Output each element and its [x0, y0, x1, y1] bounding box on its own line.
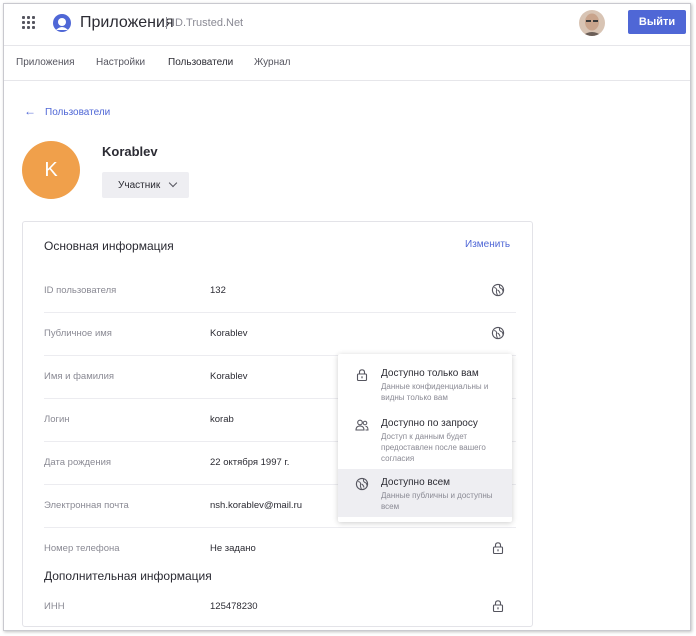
top-bar: Приложения ID.Trusted.Net Выйти	[4, 4, 690, 46]
back-link[interactable]: ← Пользователи	[24, 104, 110, 118]
row-label: Логин	[44, 414, 70, 425]
option-title: Доступно только вам	[381, 368, 479, 379]
visibility-menu: Доступно только вам Данные конфиденциаль…	[338, 354, 512, 522]
edit-link[interactable]: Изменить	[465, 239, 510, 250]
profile-avatar[interactable]	[579, 10, 605, 36]
row-value: 22 октября 1997 г.	[210, 457, 290, 468]
row-label: Публичное имя	[44, 328, 112, 339]
globe-icon	[355, 477, 369, 491]
option-description: Данные публичны и доступны всем	[381, 491, 493, 511]
chevron-down-icon	[168, 178, 178, 188]
row-value: nsh.korablev@mail.ru	[210, 500, 303, 511]
info-row-public-name: Публичное имя Korablev	[44, 312, 516, 356]
row-value: 125478230	[210, 601, 258, 612]
row-value: korab	[210, 414, 234, 425]
visibility-option-public[interactable]: Доступно всем Данные публичны и доступны…	[338, 469, 512, 517]
row-label: Дата рождения	[44, 457, 112, 468]
lock-icon	[356, 369, 368, 382]
role-label: Участник	[118, 179, 161, 191]
row-label: Электронная почта	[44, 500, 129, 511]
role-dropdown[interactable]: Участник	[102, 172, 189, 198]
info-row-phone: Номер телефона Не задано	[44, 527, 516, 570]
option-description: Данные конфиденциальны и видны только ва…	[381, 382, 489, 402]
user-avatar: K	[22, 141, 80, 199]
user-name: Korablev	[102, 144, 158, 159]
apps-grid-icon[interactable]	[22, 16, 36, 30]
row-label: ID пользователя	[44, 285, 117, 296]
nav-item-apps[interactable]: Приложения	[16, 57, 75, 68]
nav-item-journal[interactable]: Журнал	[254, 57, 291, 68]
main-nav: Приложения Настройки Пользователи Журнал	[4, 46, 690, 81]
row-label: ИНН	[44, 601, 65, 612]
row-value: Не задано	[210, 543, 256, 554]
row-value: Korablev	[210, 328, 248, 339]
option-title: Доступно по запросу	[381, 418, 478, 429]
row-label: Имя и фамилия	[44, 371, 115, 382]
users-icon	[355, 419, 369, 431]
lock-icon[interactable]	[491, 599, 505, 613]
nav-item-users[interactable]: Пользователи	[168, 57, 233, 68]
back-link-label: Пользователи	[45, 107, 111, 118]
option-description: Доступ к данным будет предоставлен после…	[381, 432, 486, 463]
info-row-id: ID пользователя 132	[44, 269, 516, 313]
row-label: Номер телефона	[44, 543, 120, 554]
arrow-left-icon: ←	[24, 104, 36, 118]
nav-item-settings[interactable]: Настройки	[96, 57, 145, 68]
globe-icon[interactable]	[491, 326, 505, 340]
row-value: 132	[210, 285, 226, 296]
option-title: Доступно всем	[381, 477, 451, 488]
lock-icon[interactable]	[491, 541, 505, 555]
app-subtitle: ID.Trusted.Net	[166, 17, 243, 29]
visibility-option-on-request[interactable]: Доступно по запросу Доступ к данным буде…	[338, 404, 512, 469]
logo-icon	[53, 14, 71, 32]
logout-button[interactable]: Выйти	[628, 10, 686, 34]
visibility-option-private[interactable]: Доступно только вам Данные конфиденциаль…	[338, 354, 512, 404]
app-window: Приложения ID.Trusted.Net Выйти Приложен…	[3, 3, 691, 631]
section-title-basic: Основная информация	[44, 239, 174, 253]
globe-icon[interactable]	[491, 283, 505, 297]
section-title-extra: Дополнительная информация	[44, 569, 212, 583]
app-title: Приложения	[80, 14, 174, 31]
row-value: Korablev	[210, 371, 248, 382]
info-row-inn: ИНН 125478230	[44, 585, 516, 628]
